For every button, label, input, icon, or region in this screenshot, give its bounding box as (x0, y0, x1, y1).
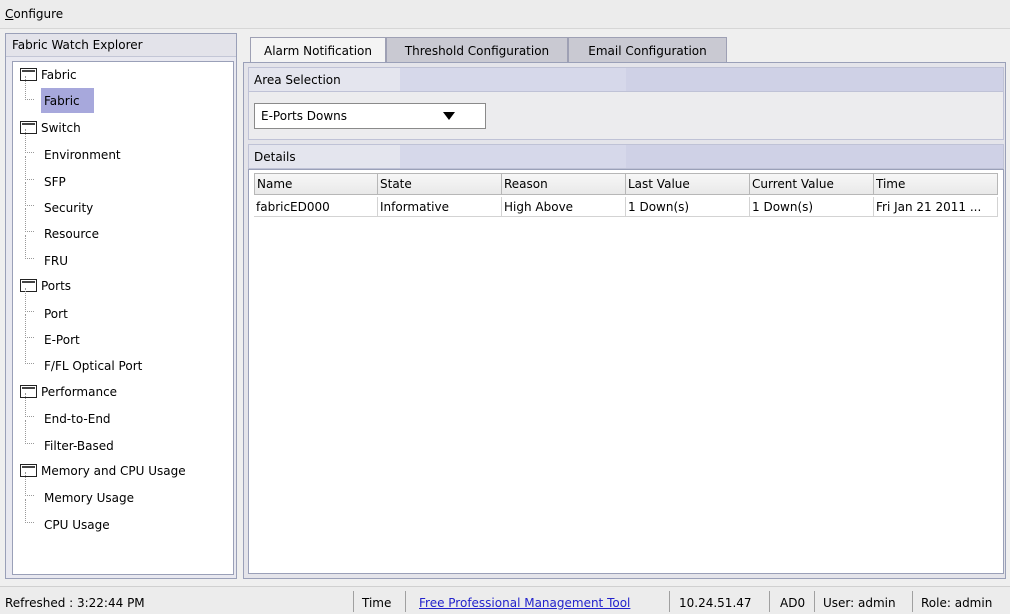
cell-name: fabricED000 (254, 197, 378, 217)
column-header-name[interactable]: Name (254, 173, 378, 195)
tab-alarm-notification[interactable]: Alarm Notification (250, 37, 386, 64)
column-header-last-value[interactable]: Last Value (626, 173, 750, 195)
table-row[interactable]: fabricED000 Informative High Above 1 Dow… (254, 197, 998, 217)
column-header-state[interactable]: State (378, 173, 502, 195)
tree-folder-label: Ports (41, 279, 72, 293)
fabric-watch-explorer: Fabric Watch Explorer Fabric Fabric Switch… (5, 33, 237, 579)
tree-item-label: Port (44, 307, 68, 321)
tree-connector (25, 182, 34, 206)
refreshed-status: Refreshed : 3:22:44 PM (5, 596, 145, 610)
tree-folder-label: Fabric (41, 68, 77, 82)
tree-item-label: Resource (44, 227, 100, 241)
status-divider (353, 591, 354, 612)
tree-connector (25, 76, 34, 100)
status-bar: Refreshed : 3:22:44 PM Time Free Profess… (0, 586, 1010, 614)
tree-connector (25, 208, 34, 232)
tree-folder-label: Memory and CPU Usage (41, 464, 186, 478)
status-divider (405, 591, 406, 612)
status-divider (912, 591, 913, 612)
user-status: User: admin (823, 596, 896, 610)
area-selection-body: E-Ports Downs (248, 92, 1004, 140)
explorer-title: Fabric Watch Explorer (6, 34, 236, 57)
cell-time: Fri Jan 21 2011 ... (874, 197, 998, 217)
time-status: Time (362, 596, 392, 610)
tree-item-label: F/FL Optical Port (44, 359, 143, 373)
ip-address: 10.24.51.47 (679, 596, 752, 610)
details-header: Details (248, 144, 1004, 169)
column-header-time[interactable]: Time (874, 173, 998, 195)
tree-connector (25, 314, 34, 338)
menubar: Configure (0, 0, 1010, 29)
tree-connector (25, 420, 34, 444)
tree-item-label: CPU Usage (44, 518, 110, 532)
tree-item-label: SFP (44, 175, 66, 189)
tree-folder-label: Performance (41, 385, 118, 399)
tree-item-label: Security (44, 201, 94, 215)
tree-connector (25, 129, 34, 153)
area-select-value: E-Ports Downs (261, 109, 348, 123)
role-status: Role: admin (921, 596, 993, 610)
cell-last-value: 1 Down(s) (626, 197, 750, 217)
menu-configure[interactable]: Configure (5, 7, 63, 21)
tree-item-label: Fabric (41, 88, 94, 113)
column-header-reason[interactable]: Reason (502, 173, 626, 195)
tree-item-label: End-to-End (44, 412, 111, 426)
column-header-current-value[interactable]: Current Value (750, 173, 874, 195)
area-select[interactable]: E-Ports Downs (254, 103, 486, 129)
tab-threshold-configuration[interactable]: Threshold Configuration (386, 37, 568, 63)
cell-current-value: 1 Down(s) (750, 197, 874, 217)
tree-connector (25, 288, 34, 312)
tree-connector (25, 340, 34, 364)
status-divider (814, 591, 815, 612)
tree-item-label: Memory Usage (44, 491, 135, 505)
tree-item-label: FRU (44, 254, 69, 268)
status-divider (669, 591, 670, 612)
status-divider (769, 591, 770, 612)
tab-email-configuration[interactable]: Email Configuration (568, 37, 727, 63)
tree-item-label: Environment (44, 148, 121, 162)
area-selection-header: Area Selection (248, 67, 1004, 92)
tree-connector (25, 472, 34, 496)
tree-item-label: E-Port (44, 333, 80, 347)
admin-domain: AD0 (780, 596, 806, 610)
cell-reason: High Above (502, 197, 626, 217)
menu-configure-label: onfigure (13, 7, 64, 21)
tree-folder-label: Switch (41, 121, 81, 135)
tree-item-label: Filter-Based (44, 439, 114, 453)
tree-connector (25, 156, 34, 180)
details-table-container: Name State Reason Last Value Current Val… (248, 169, 1004, 574)
alarm-notification-panel: Area Selection E-Ports Downs Details Nam… (243, 62, 1006, 579)
chevron-down-icon (443, 112, 455, 120)
tree-connector (25, 499, 34, 523)
details-table: Name State Reason Last Value Current Val… (254, 173, 998, 217)
explorer-tree: Fabric Fabric Switch Environment SFP Security… (12, 61, 234, 575)
tree-connector (25, 393, 34, 417)
free-management-tool-link[interactable]: Free Professional Management Tool (419, 596, 630, 610)
cell-state: Informative (378, 197, 502, 217)
table-header: Name State Reason Last Value Current Val… (254, 173, 998, 195)
tree-connector (25, 235, 34, 259)
